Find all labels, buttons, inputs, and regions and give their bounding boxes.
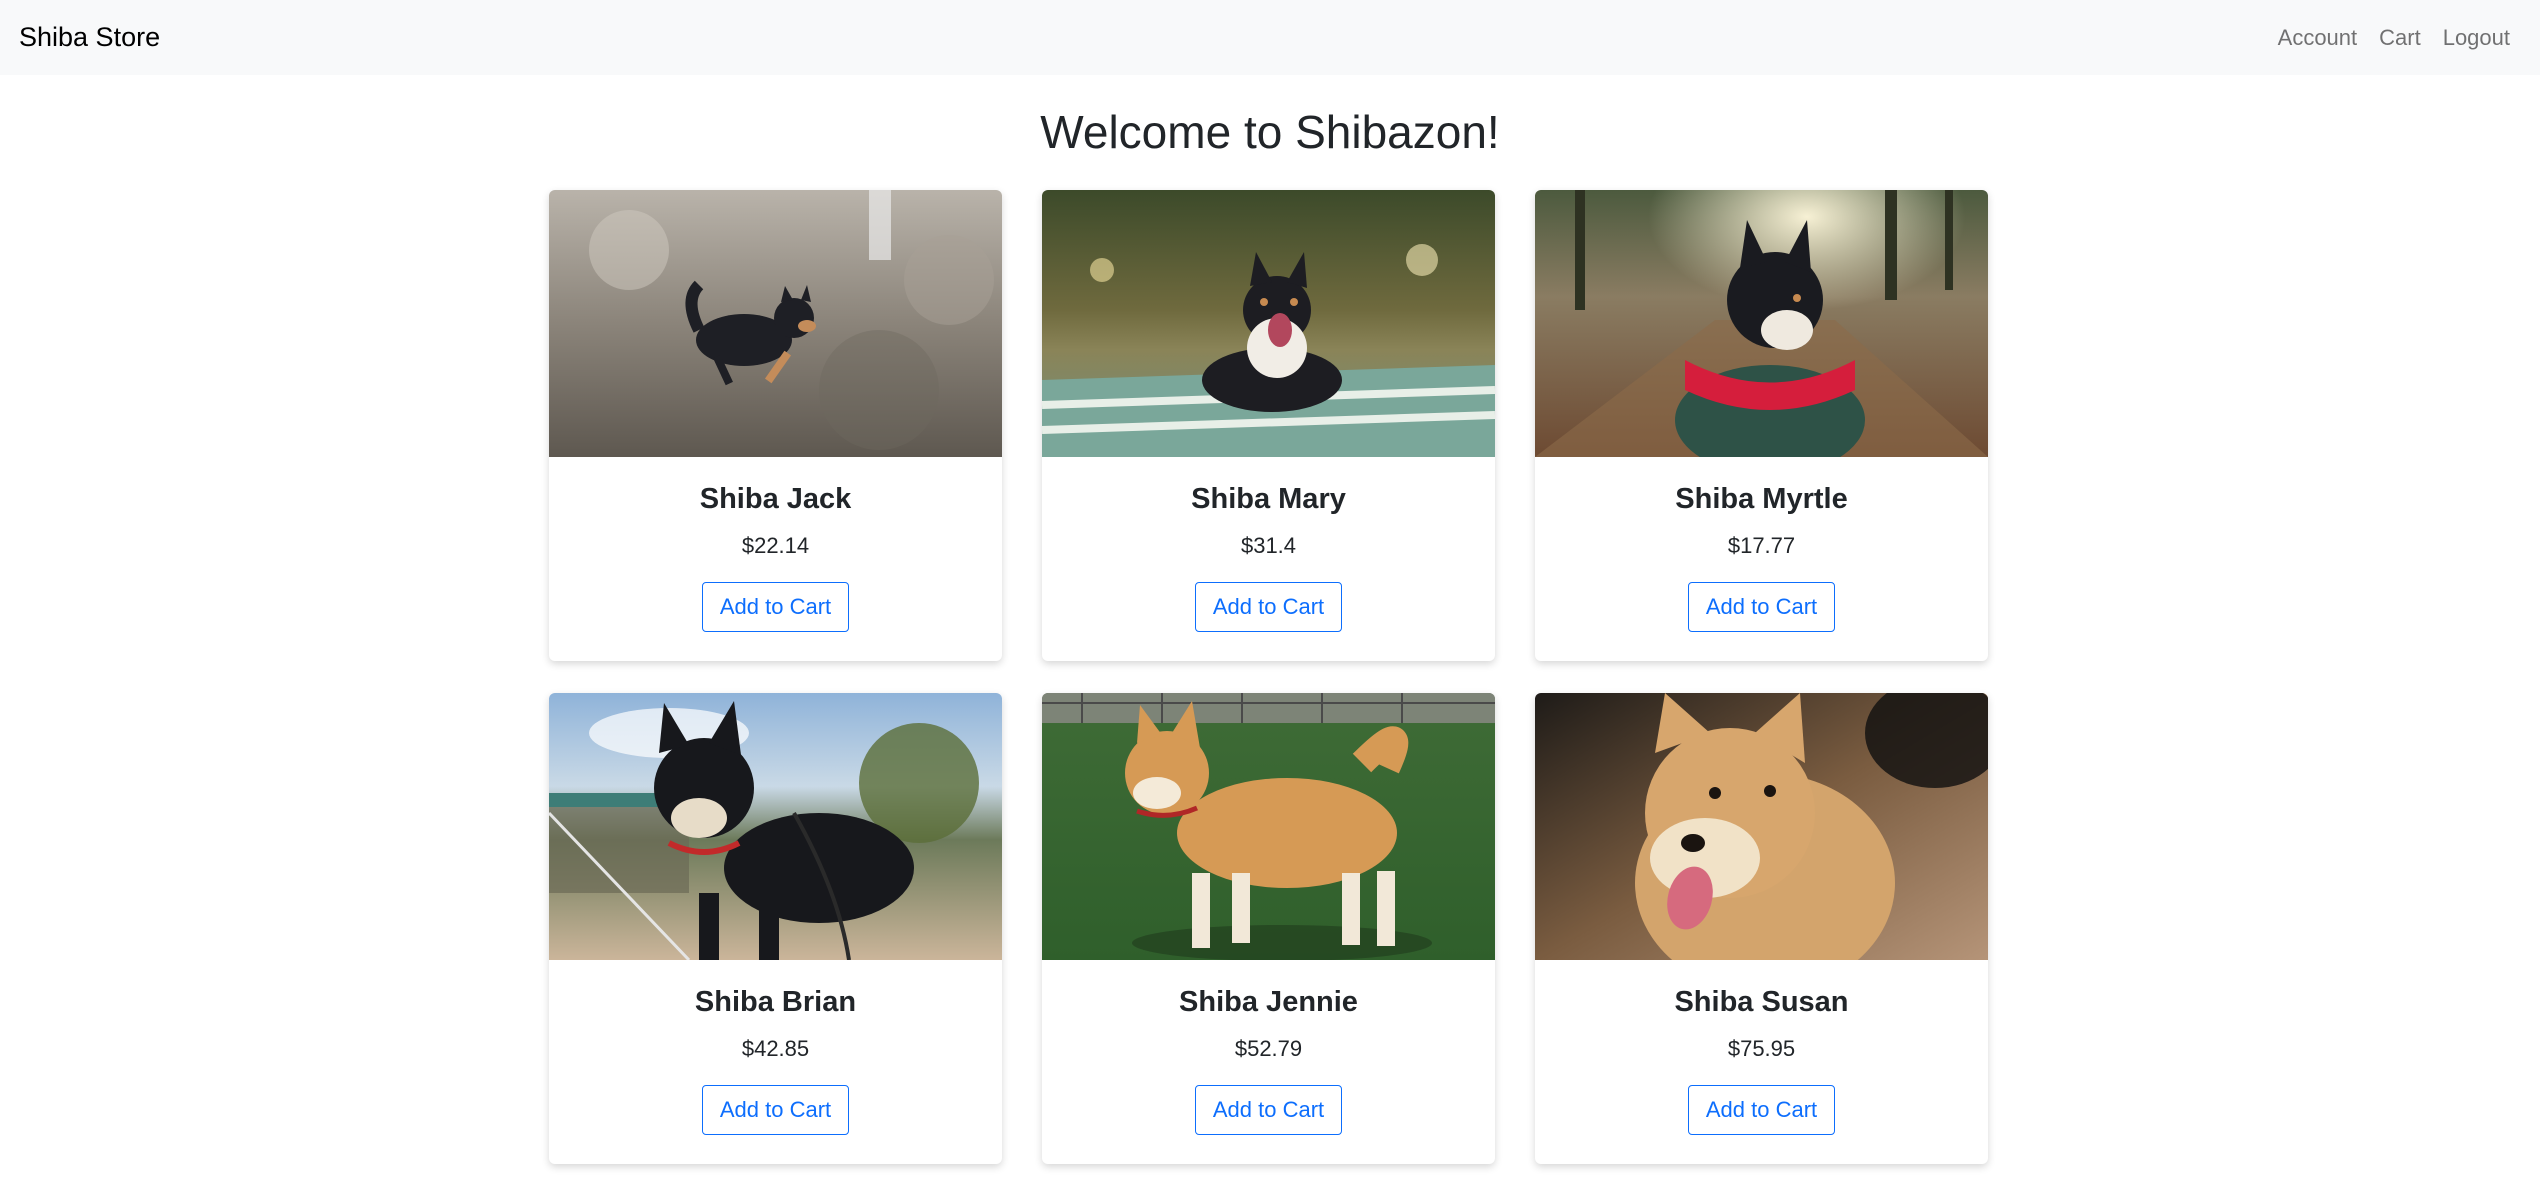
nav-link-logout[interactable]: Logout <box>2443 25 2510 51</box>
product-card: Shiba Brian $42.85 Add to Cart <box>549 693 1002 1164</box>
product-price: $52.79 <box>1234 1036 1303 1061</box>
product-card: Shiba Mary $31.4 Add to Cart <box>1042 190 1495 661</box>
product-name: Shiba Susan <box>1674 986 1849 1018</box>
product-card: Shiba Jennie $52.79 Add to Cart <box>1042 693 1495 1164</box>
add-to-cart-button[interactable]: Add to Cart <box>1687 582 1836 632</box>
add-to-cart-button[interactable]: Add to Cart <box>1194 582 1343 632</box>
product-card: Shiba Susan $75.95 Add to Cart <box>1535 693 1988 1164</box>
product-card: Shiba Myrtle $17.77 Add to Cart <box>1535 190 1988 661</box>
product-price: $22.14 <box>741 533 810 558</box>
product-image-shiba-jennie[interactable] <box>1042 693 1495 960</box>
product-name: Shiba Myrtle <box>1675 483 1848 515</box>
product-price: $31.4 <box>1240 533 1297 558</box>
product-card: Shiba Jack $22.14 Add to Cart <box>549 190 1002 661</box>
product-price: $42.85 <box>741 1036 810 1061</box>
product-image-shiba-myrtle[interactable] <box>1535 190 1988 457</box>
product-image-shiba-jack[interactable] <box>549 190 1002 457</box>
add-to-cart-button[interactable]: Add to Cart <box>1687 1085 1836 1135</box>
add-to-cart-button[interactable]: Add to Cart <box>1194 1085 1343 1135</box>
add-to-cart-button[interactable]: Add to Cart <box>701 582 850 632</box>
product-name: Shiba Brian <box>694 986 857 1018</box>
product-image-shiba-susan[interactable] <box>1535 693 1988 960</box>
add-to-cart-button[interactable]: Add to Cart <box>701 1085 850 1135</box>
product-grid: Shiba Jack $22.14 Add to Cart Shiba Mary… <box>549 190 1990 1164</box>
product-name: Shiba Mary <box>1191 483 1346 515</box>
navbar: Shiba Store Account Cart Logout <box>0 0 2540 75</box>
page-title: Welcome to Shibazon! <box>1040 106 1500 158</box>
product-price: $75.95 <box>1727 1036 1796 1061</box>
nav-link-cart[interactable]: Cart <box>2379 25 2421 51</box>
nav-links: Account Cart Logout <box>2278 25 2510 51</box>
product-name: Shiba Jack <box>699 483 852 515</box>
brand-link[interactable]: Shiba Store <box>19 22 160 53</box>
product-image-shiba-brian[interactable] <box>549 693 1002 960</box>
product-price: $17.77 <box>1727 533 1796 558</box>
product-image-shiba-mary[interactable] <box>1042 190 1495 457</box>
nav-link-account[interactable]: Account <box>2278 25 2358 51</box>
product-name: Shiba Jennie <box>1179 986 1358 1018</box>
